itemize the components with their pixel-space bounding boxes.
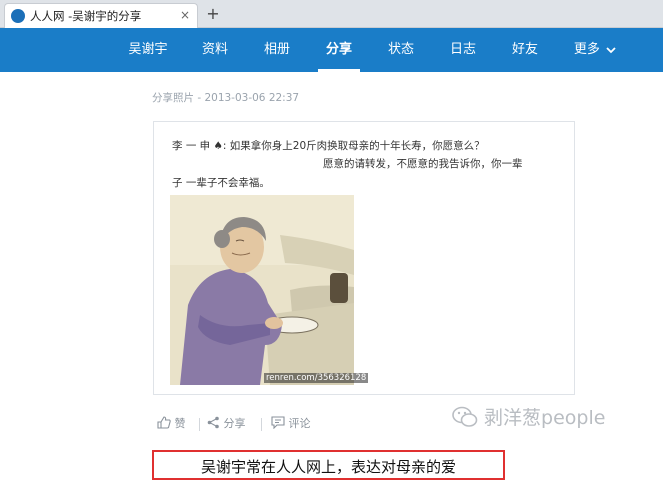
share-button[interactable]: 分享: [207, 414, 246, 434]
nav-item-more[interactable]: 更多: [566, 28, 624, 72]
nav-item-albums[interactable]: 相册: [248, 28, 306, 72]
share-icon: [207, 416, 219, 429]
nav-item-friends[interactable]: 好友: [496, 28, 554, 72]
tab-title: 人人网 -吴谢宇的分享: [30, 9, 142, 23]
like-label: 赞: [174, 417, 186, 430]
action-divider: [199, 418, 200, 431]
share-meta: 分享照片 - 2013-03-06 22:37: [152, 92, 300, 104]
caption-box: 吴谢宇常在人人网上，表达对母亲的爱: [152, 450, 505, 480]
comment-label: 评论: [288, 417, 311, 430]
comment-icon: [271, 416, 285, 430]
photo-watermark: renren.com/356326128: [264, 373, 369, 383]
nav-item-status[interactable]: 状态: [372, 28, 430, 72]
browser-tab-strip: 人人网 -吴谢宇的分享 × +: [0, 0, 663, 28]
wechat-watermark: 剥洋葱people: [452, 403, 605, 430]
nav-item-info[interactable]: 资料: [186, 28, 244, 72]
post-text-line-1: 李 一 申 ♠: 如果拿你身上20斤肉换取母亲的十年长寿，你愿意么？: [172, 140, 485, 152]
thumbs-up-icon: [157, 416, 171, 429]
chevron-down-icon: [606, 46, 616, 53]
wechat-logo-icon: [452, 406, 478, 427]
caption-text: 吴谢宇常在人人网上，表达对母亲的爱: [200, 458, 456, 476]
comment-button[interactable]: 评论: [271, 414, 311, 434]
nav-item-blog[interactable]: 日志: [434, 28, 492, 72]
action-divider: [261, 418, 262, 431]
nav-item-shares[interactable]: 分享: [310, 28, 368, 72]
close-tab-icon[interactable]: ×: [180, 8, 190, 22]
post-text-line-2: 愿意的请转发，不愿意的我告诉你，你一辈: [323, 158, 523, 170]
new-tab-button[interactable]: +: [202, 4, 224, 24]
like-button[interactable]: 赞: [157, 414, 186, 434]
share-label: 分享: [223, 417, 246, 430]
renren-favicon-icon: [11, 9, 25, 23]
browser-tab[interactable]: 人人网 -吴谢宇的分享 ×: [4, 3, 198, 28]
mother-illustration: [170, 195, 354, 385]
post-text-line-3: 子 一辈子不会幸福。: [172, 177, 270, 189]
profile-nav: 吴谢宇 资料 相册 分享 状态 日志 好友 更多: [0, 28, 663, 72]
nav-item-profile-name[interactable]: 吴谢宇: [118, 28, 178, 72]
shared-photo[interactable]: [170, 195, 354, 385]
